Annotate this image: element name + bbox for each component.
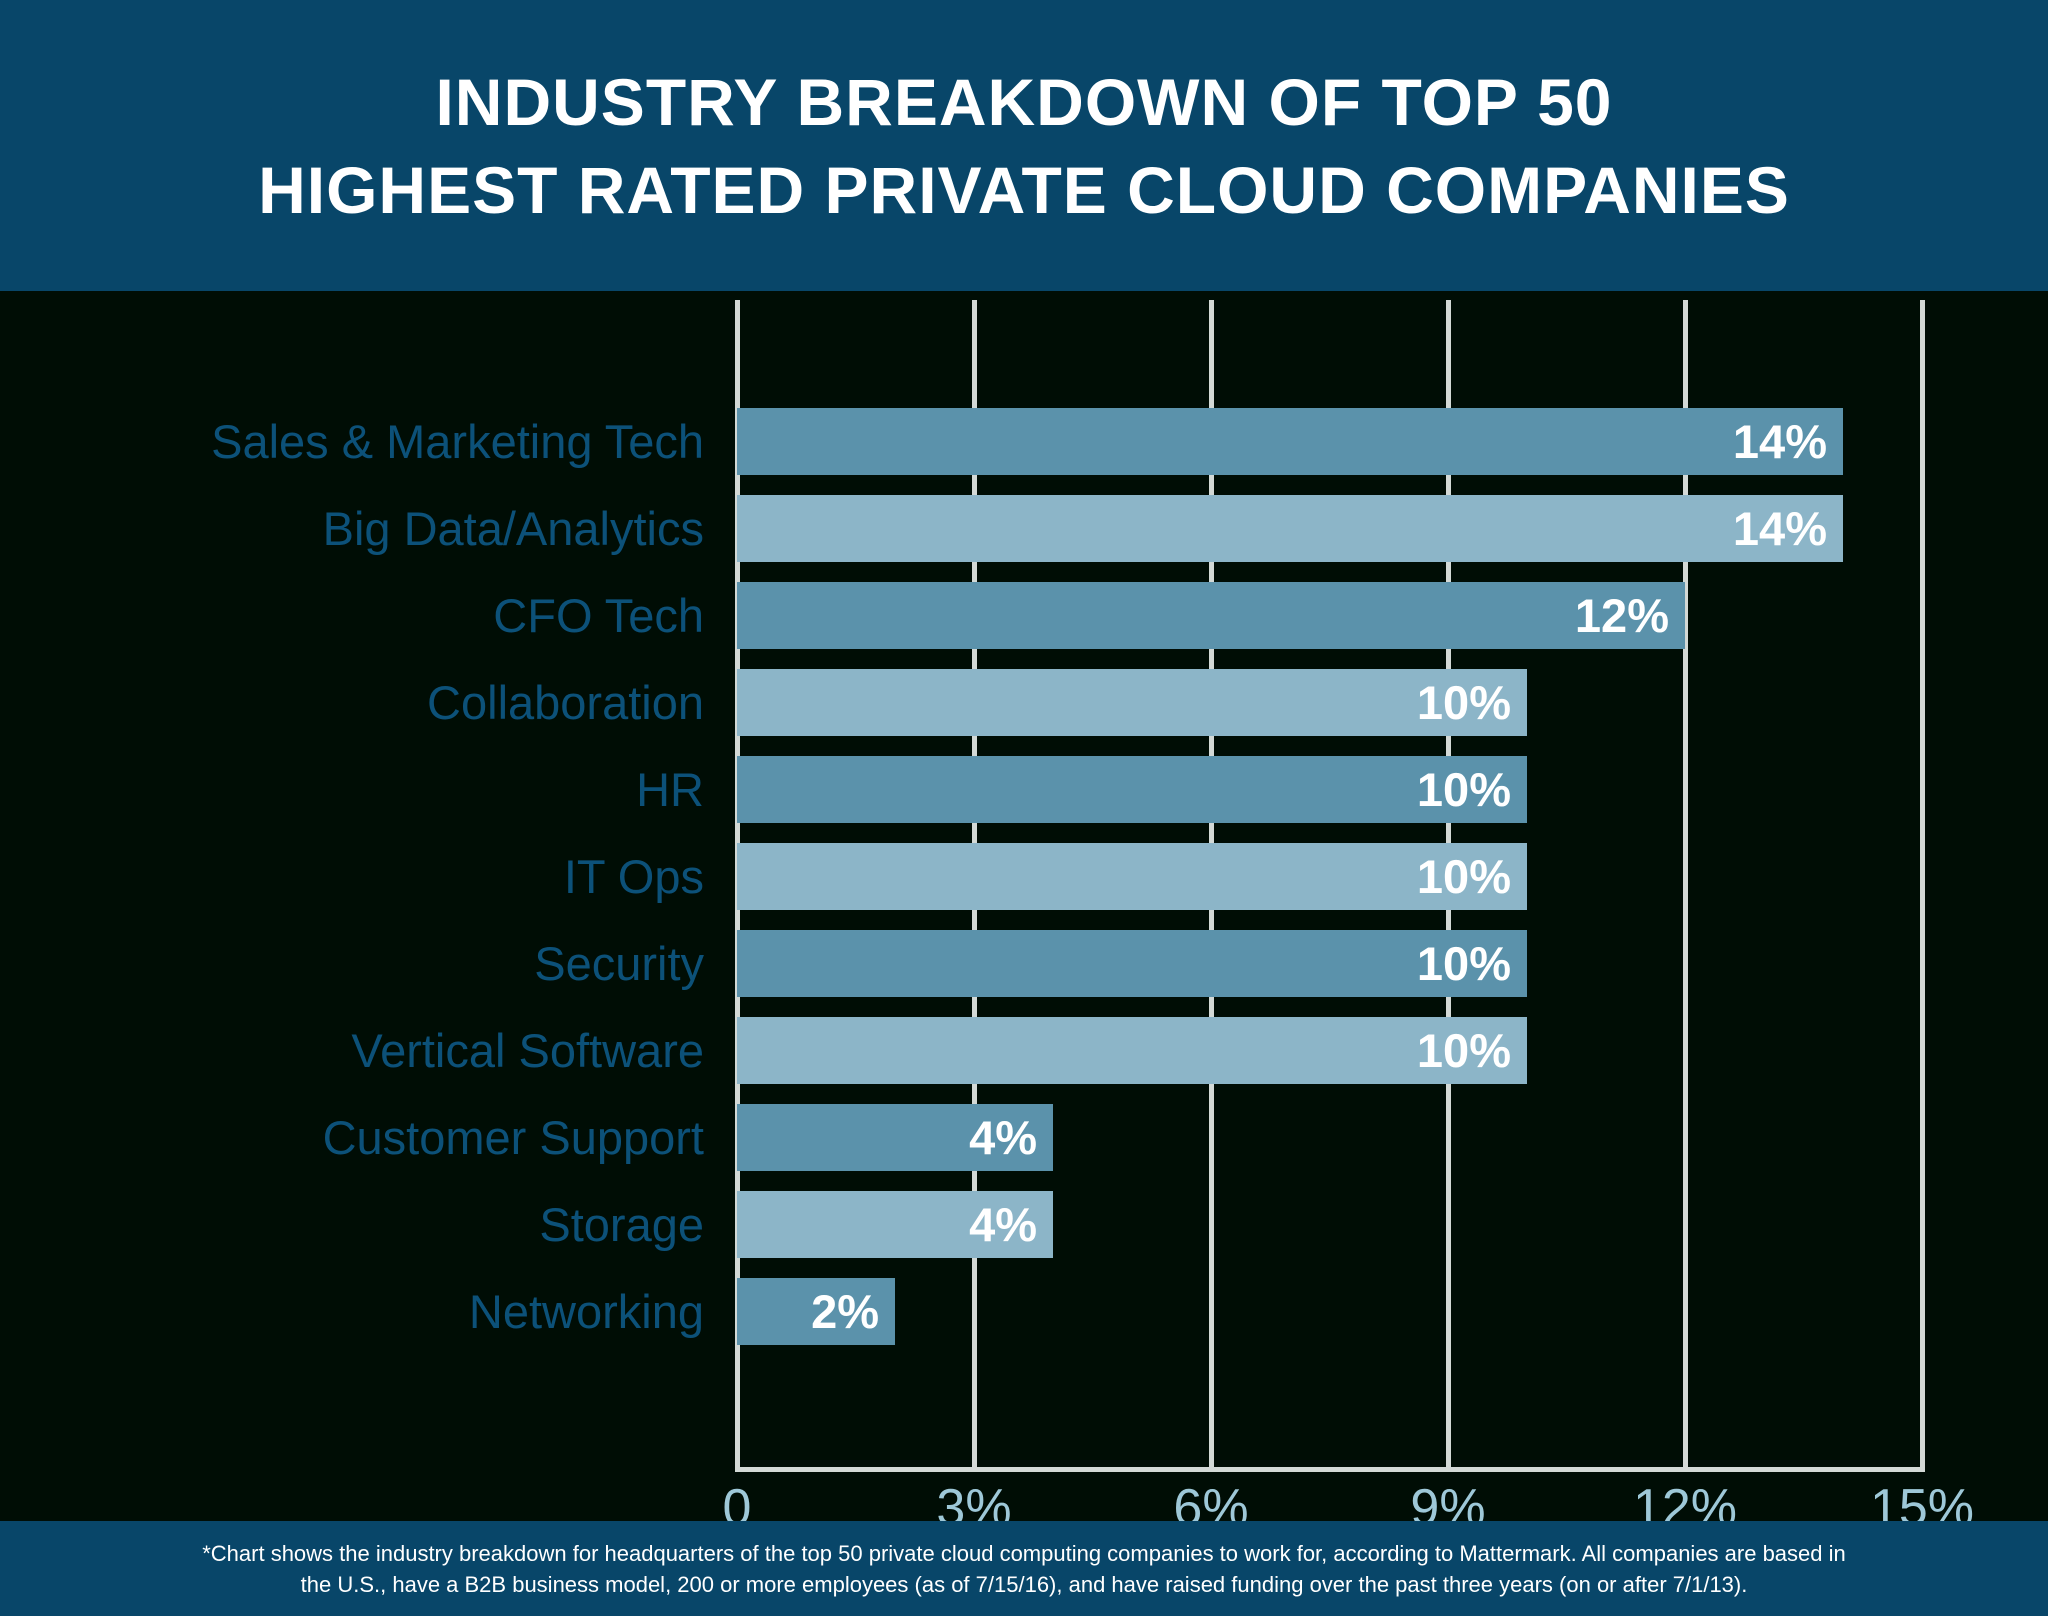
bar[interactable]: 12% xyxy=(737,582,1685,649)
bar-value-label: 4% xyxy=(969,1111,1037,1164)
category-label: Big Data/Analytics xyxy=(322,502,704,555)
y-axis-category-labels: Sales & Marketing Tech Big Data/Analytics… xyxy=(0,291,720,1521)
bar-row[interactable]: 4% xyxy=(737,1104,1053,1171)
plot-area: 14% 14% 12% 10% 10% 10% 10% 10% 4% 4% 2% xyxy=(735,300,1925,1472)
footer-note: *Chart shows the industry breakdown for … xyxy=(0,1521,2048,1616)
bar-row[interactable]: 10% xyxy=(737,843,1527,910)
bar-value-label: 10% xyxy=(1416,937,1511,990)
bar-row[interactable]: 10% xyxy=(737,930,1527,997)
category-label: Security xyxy=(534,937,704,990)
footer-note-line-1: *Chart shows the industry breakdown for … xyxy=(202,1540,1846,1566)
bar-value-label: 10% xyxy=(1416,850,1511,903)
bar-row[interactable]: 4% xyxy=(737,1191,1053,1258)
bar[interactable]: 10% xyxy=(737,843,1527,910)
footer-note-line-2: the U.S., have a B2B business model, 200… xyxy=(300,1571,1748,1597)
bars-group: 14% 14% 12% 10% 10% 10% 10% 10% 4% 4% 2% xyxy=(737,300,1922,1472)
bar-value-label: 2% xyxy=(811,1285,879,1338)
page-title-line-2: HIGHEST RATED PRIVATE CLOUD COMPANIES xyxy=(258,152,1790,227)
bar[interactable]: 14% xyxy=(737,408,1843,475)
bar-value-label: 12% xyxy=(1574,589,1669,642)
category-label: Vertical Software xyxy=(351,1024,704,1077)
category-label: Sales & Marketing Tech xyxy=(211,415,704,468)
bar-value-label: 10% xyxy=(1416,676,1511,729)
category-label: HR xyxy=(636,763,704,816)
bar-row[interactable]: 10% xyxy=(737,1017,1527,1084)
bar-row[interactable]: 12% xyxy=(737,582,1685,649)
category-label: Networking xyxy=(468,1285,704,1338)
category-label: IT Ops xyxy=(563,850,704,903)
bar-row[interactable]: 10% xyxy=(737,669,1527,736)
bar[interactable]: 10% xyxy=(737,930,1527,997)
bar[interactable]: 2% xyxy=(737,1278,895,1345)
bar-value-label: 4% xyxy=(969,1198,1037,1251)
infographic-chart-page: INDUSTRY BREAKDOWN OF TOP 50 HIGHEST RAT… xyxy=(0,0,2048,1616)
bar[interactable]: 10% xyxy=(737,1017,1527,1084)
bar-value-label: 10% xyxy=(1416,763,1511,816)
category-label: CFO Tech xyxy=(493,589,704,642)
bar[interactable]: 4% xyxy=(737,1191,1053,1258)
bar-row[interactable]: 10% xyxy=(737,756,1527,823)
bar-row[interactable]: 14% xyxy=(737,495,1843,562)
bar[interactable]: 14% xyxy=(737,495,1843,562)
bar[interactable]: 4% xyxy=(737,1104,1053,1171)
bar-value-label: 10% xyxy=(1416,1024,1511,1077)
bar-row[interactable]: 14% xyxy=(737,408,1843,475)
category-label: Storage xyxy=(539,1198,704,1251)
bar-value-label: 14% xyxy=(1732,415,1827,468)
bar[interactable]: 10% xyxy=(737,669,1527,736)
bar-row[interactable]: 2% xyxy=(737,1278,895,1345)
category-label: Customer Support xyxy=(322,1111,704,1164)
page-title-line-1: INDUSTRY BREAKDOWN OF TOP 50 xyxy=(435,64,1613,139)
bar-value-label: 14% xyxy=(1732,502,1827,555)
header-banner: INDUSTRY BREAKDOWN OF TOP 50 HIGHEST RAT… xyxy=(0,0,2048,291)
bar[interactable]: 10% xyxy=(737,756,1527,823)
category-label: Collaboration xyxy=(427,676,704,729)
